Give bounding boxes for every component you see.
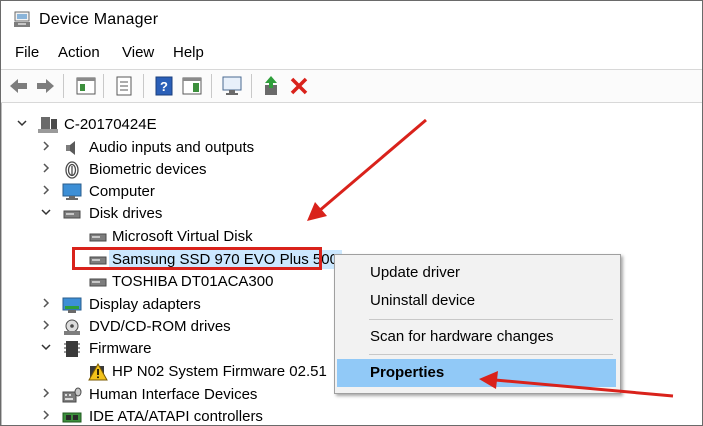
menu-file[interactable]: File <box>15 44 39 61</box>
tree-root-label: C-20170424E <box>64 116 157 133</box>
update-driver-icon[interactable] <box>260 75 282 97</box>
toolbar-separator <box>103 74 104 98</box>
context-menu-update-driver[interactable]: Update driver <box>337 259 616 287</box>
tree-item-label: Biometric devices <box>89 161 207 178</box>
tree-item-label: Firmware <box>89 340 152 357</box>
tree-item-label: Audio inputs and outputs <box>89 139 255 156</box>
toolbar-separator <box>211 74 212 98</box>
device-manager-app-icon <box>14 11 30 27</box>
show-hide-tree-icon[interactable] <box>75 75 97 97</box>
disk-drive-icon <box>89 233 107 242</box>
device-manager-window: Device Manager File Action View Help ? C… <box>0 0 703 426</box>
toolbar-separator <box>251 74 252 98</box>
window-title: Device Manager <box>39 11 159 28</box>
tree-item-label: IDE ATA/ATAPI controllers <box>89 408 263 425</box>
scan-hardware-icon[interactable] <box>221 75 243 97</box>
tree-item-label: HP N02 System Firmware 02.51 <box>112 363 327 380</box>
context-menu-uninstall-device[interactable]: Uninstall device <box>337 287 616 315</box>
chevron-right-icon[interactable] <box>40 409 52 421</box>
context-menu-properties[interactable]: Properties <box>337 359 616 387</box>
context-menu-label: Properties <box>370 364 445 381</box>
chevron-right-icon[interactable] <box>40 387 52 399</box>
menu-action[interactable]: Action <box>58 44 100 61</box>
tree-item-label: Display adapters <box>89 296 201 313</box>
chevron-down-icon[interactable] <box>16 117 28 129</box>
chevron-right-icon[interactable] <box>40 184 52 196</box>
disk-drive-icon <box>89 278 107 287</box>
toolbar: ? <box>1 69 702 103</box>
chevron-right-icon[interactable] <box>40 297 52 309</box>
action-pane-icon[interactable] <box>181 75 203 97</box>
toolbar-separator <box>63 74 64 98</box>
menu-view[interactable]: View <box>122 44 154 61</box>
title-bar: Device Manager <box>1 1 702 39</box>
fingerprint-icon <box>65 161 79 179</box>
context-menu-label: Scan for hardware changes <box>370 328 554 345</box>
context-menu-label: Uninstall device <box>370 292 476 309</box>
tree-item-label: Human Interface Devices <box>89 386 258 403</box>
monitor-icon <box>62 183 82 200</box>
firmware-chip-icon <box>64 341 80 357</box>
display-adapter-icon <box>62 297 82 313</box>
context-menu-scan-hardware[interactable]: Scan for hardware changes <box>337 323 616 351</box>
annotation-highlight-box <box>72 247 322 270</box>
disk-drive-icon <box>63 210 81 219</box>
chevron-right-icon[interactable] <box>40 162 52 174</box>
tree-item-label: Computer <box>89 183 155 200</box>
hid-icon <box>62 387 82 403</box>
computer-icon <box>38 117 58 133</box>
ide-controller-icon <box>62 412 82 423</box>
uninstall-icon[interactable] <box>288 75 310 97</box>
tree-item-label: Microsoft Virtual Disk <box>112 228 253 245</box>
context-menu-separator <box>369 319 613 320</box>
warning-icon <box>88 363 108 381</box>
tree-item-label: DVD/CD-ROM drives <box>89 318 231 335</box>
context-menu-label: Update driver <box>370 264 461 281</box>
chevron-right-icon[interactable] <box>40 319 52 331</box>
context-menu-separator <box>369 354 613 355</box>
menu-help[interactable]: Help <box>173 44 204 61</box>
chevron-down-icon[interactable] <box>40 206 52 218</box>
toolbar-separator <box>143 74 144 98</box>
tree-item-label: Disk drives <box>89 205 163 222</box>
context-menu: Update driver Uninstall device Scan for … <box>334 254 621 394</box>
dvd-drive-icon <box>64 319 80 335</box>
speaker-icon <box>66 141 75 155</box>
properties-icon[interactable] <box>113 75 135 97</box>
forward-icon[interactable] <box>34 75 56 97</box>
back-icon[interactable] <box>8 75 30 97</box>
chevron-right-icon[interactable] <box>40 140 52 152</box>
help-icon[interactable]: ? <box>153 75 175 97</box>
chevron-down-icon[interactable] <box>40 341 52 353</box>
svg-text:?: ? <box>160 79 168 94</box>
tree-item-label: TOSHIBA DT01ACA300 <box>112 273 274 290</box>
menu-bar: File Action View Help <box>1 41 702 65</box>
